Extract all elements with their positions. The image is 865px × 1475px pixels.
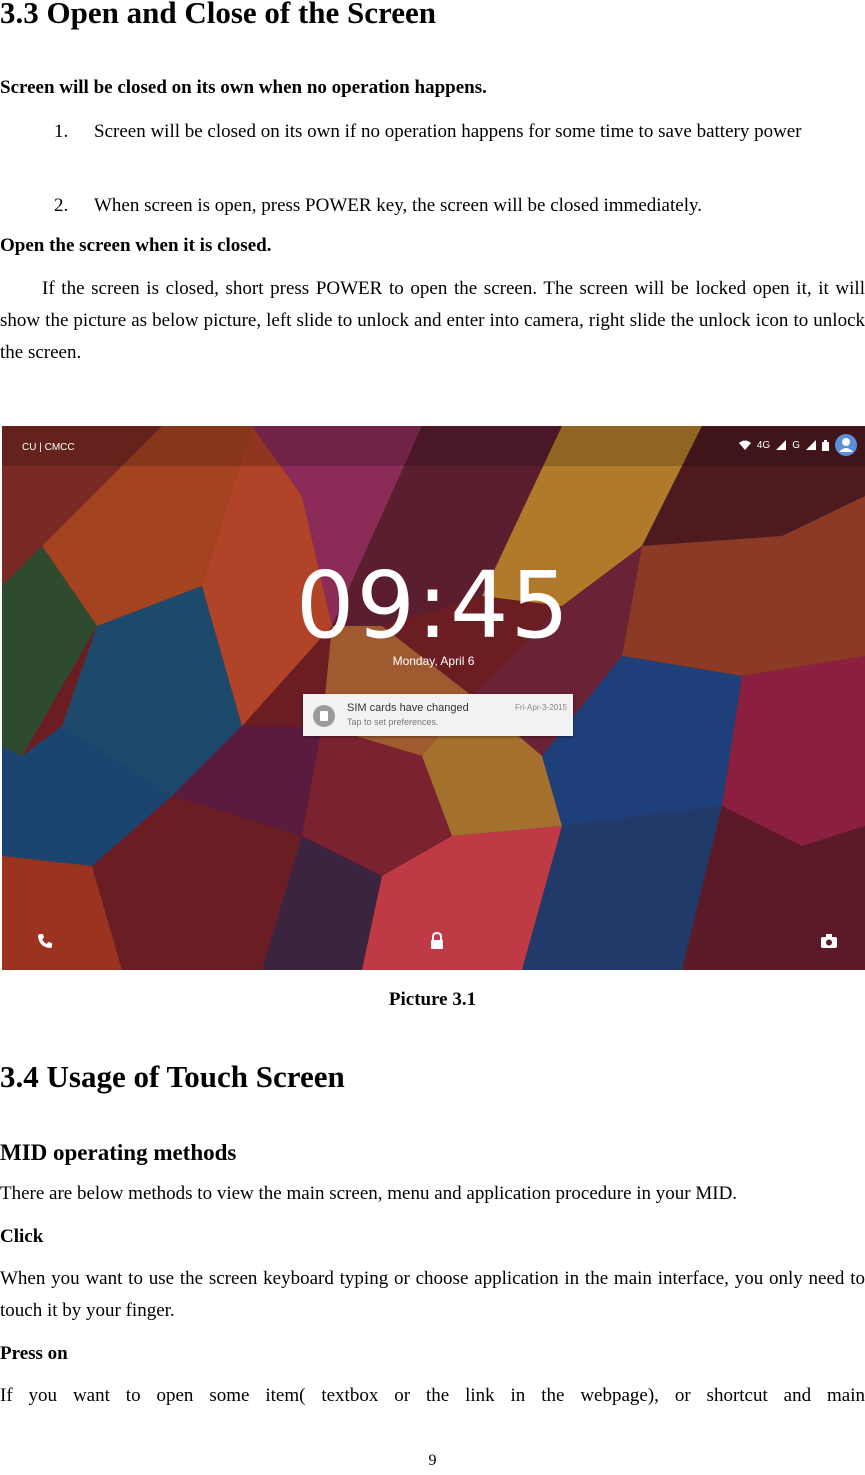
paragraph-open-screen: If the screen is closed, short press POW… — [0, 278, 865, 363]
subheading-open-screen: Open the screen when it is closed. — [0, 235, 272, 256]
notification-card[interactable]: SIM cards have changed Tap to set prefer… — [303, 694, 573, 736]
signal-icon — [806, 440, 816, 450]
paragraph-press-on: If you want to open some item( textbox o… — [0, 1385, 865, 1406]
lock-screen-date: Monday, April 6 — [392, 654, 475, 668]
wifi-icon — [738, 440, 751, 450]
subheading-press-on: Press on — [0, 1343, 68, 1364]
figure-caption: Picture 3.1 — [388, 989, 477, 1010]
subheading-click: Click — [0, 1226, 44, 1247]
section-title-3-3: 3.3 Open and Close of the Screen — [0, 0, 437, 30]
subheading-mid-methods: MID operating methods — [0, 1140, 237, 1165]
notification-time: Fri-Apr-3-2015 — [514, 703, 567, 712]
list-number: 2. — [54, 195, 69, 216]
notification-title: SIM cards have changed — [347, 702, 469, 714]
list-item: Screen will be closed on its own if no o… — [94, 121, 802, 142]
paragraph-intro: There are below methods to view the main… — [0, 1183, 738, 1204]
lock-screen-clock: 09:45 — [295, 552, 572, 659]
section-title-3-4: 3.4 Usage of Touch Screen — [0, 1059, 345, 1094]
battery-icon — [822, 439, 829, 451]
user-icon[interactable] — [835, 434, 857, 456]
phone-icon[interactable] — [36, 932, 54, 950]
network-type-label: 4G — [756, 439, 771, 451]
lock-screen-screenshot: CU | CMCC 4G G 09:45 Monday, April 6 SIM… — [2, 426, 865, 970]
sim-icon — [313, 705, 335, 727]
status-bar-right: 4G G — [738, 434, 857, 456]
list-item: When screen is open, press POWER key, th… — [94, 195, 702, 216]
camera-icon[interactable] — [820, 932, 838, 950]
subheading-auto-close: Screen will be closed on its own when no… — [0, 77, 487, 98]
page-number: 9 — [428, 1452, 437, 1469]
paragraph-click: When you want to use the screen keyboard… — [0, 1268, 865, 1321]
network-type-label-2: G — [792, 439, 800, 451]
notification-subtitle: Tap to set preferences. — [347, 717, 439, 727]
lock-icon[interactable] — [428, 932, 446, 950]
list-number: 1. — [54, 121, 69, 142]
signal-icon — [776, 440, 787, 450]
carrier-label: CU | CMCC — [22, 442, 75, 453]
